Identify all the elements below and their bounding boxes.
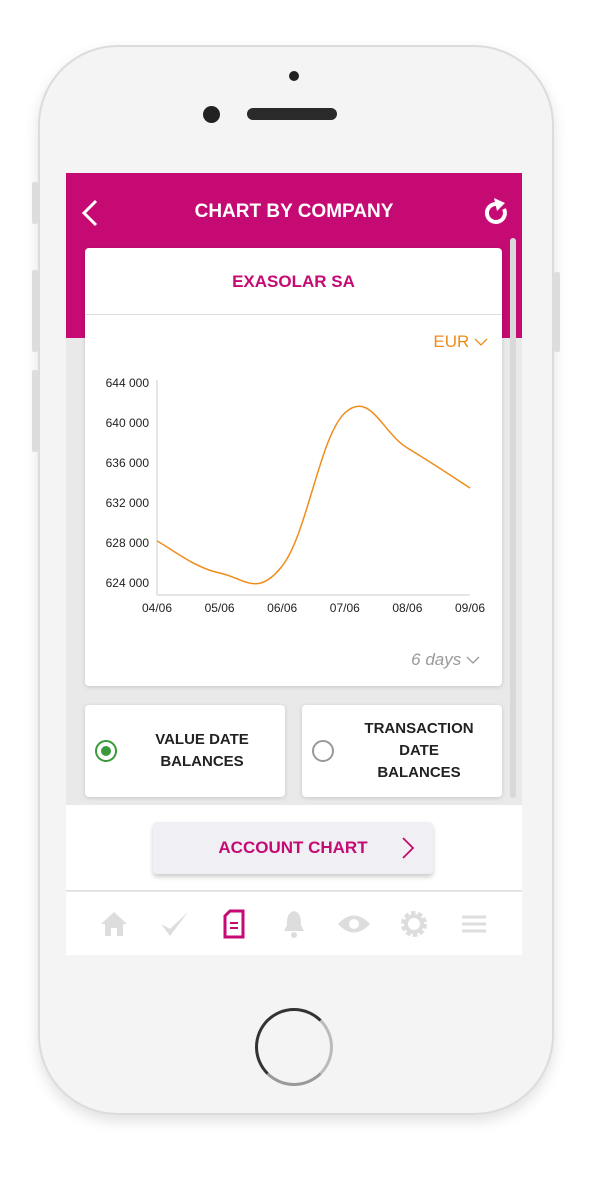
y-tick-label: 644 000 [106,376,150,390]
chart-card: EXASOLAR SA EUR 624 000 628 000 632 000 636… [85,248,502,686]
app-screen: CHART BY COMPANY EXASOLAR SA EUR 624 000… [66,173,522,955]
bell-icon [284,910,304,938]
period-value: 6 days [411,650,462,669]
tab-bar [66,892,522,955]
check-icon [161,911,188,936]
sensor [289,71,299,81]
y-tick-label: 640 000 [106,416,150,430]
radio-unselected[interactable] [312,740,334,762]
tab-home[interactable] [96,906,132,942]
account-chart-label: ACCOUNT CHART [218,838,368,857]
company-name: EXASOLAR SA [85,248,502,315]
option-label: VALUE DATE BALANCES [155,731,249,770]
tab-settings[interactable] [396,906,432,942]
bottom-section: ACCOUNT CHART [66,805,522,891]
refresh-icon[interactable] [480,195,512,229]
x-tick-label: 08/06 [392,601,422,615]
gear-icon [401,910,427,937]
volume-up-button [32,270,38,352]
chevron-down-icon [466,656,480,664]
tab-notifications[interactable] [276,906,312,942]
account-chart-button[interactable]: ACCOUNT CHART [153,822,433,874]
tab-menu[interactable] [456,906,492,942]
x-tick-label: 09/06 [455,601,485,615]
y-tick-label: 628 000 [106,536,150,550]
document-icon [223,909,245,938]
y-tick-label: 632 000 [106,496,150,510]
radio-selected[interactable] [95,740,117,762]
currency-value: EUR [433,332,470,351]
home-button[interactable] [255,1008,333,1086]
chevron-right-icon [402,837,415,859]
balance-line-chart: 624 000 628 000 632 000 636 000 640 000 644 0… [106,376,486,615]
tab-documents[interactable] [216,906,252,942]
menu-icon [462,915,486,932]
y-tick-label: 624 000 [106,576,150,590]
x-tick-label: 05/06 [205,601,235,615]
x-tick-label: 07/06 [330,601,360,615]
x-tick-label: 06/06 [267,601,297,615]
tab-watch[interactable] [336,906,372,942]
mute-switch [32,182,38,224]
page-title: CHART BY COMPANY [194,201,394,222]
scrollbar[interactable] [510,238,516,798]
tab-approvals[interactable] [156,906,192,942]
front-camera [203,106,220,123]
series-line [156,405,471,585]
power-button [554,272,560,352]
chevron-down-icon [474,338,488,346]
volume-down-button [32,370,38,452]
value-date-option[interactable]: VALUE DATE BALANCES [85,705,285,797]
home-icon [101,911,127,936]
eye-icon [338,915,370,932]
x-tick-label: 04/06 [142,601,172,615]
y-tick-label: 636 000 [106,456,150,470]
transaction-date-option[interactable]: TRANSACTION DATE BALANCES [302,705,502,797]
period-select[interactable]: 6 days [411,650,480,670]
currency-select[interactable]: EUR [433,332,488,352]
option-label: TRANSACTION DATE BALANCES [364,720,474,781]
speaker [247,108,337,120]
